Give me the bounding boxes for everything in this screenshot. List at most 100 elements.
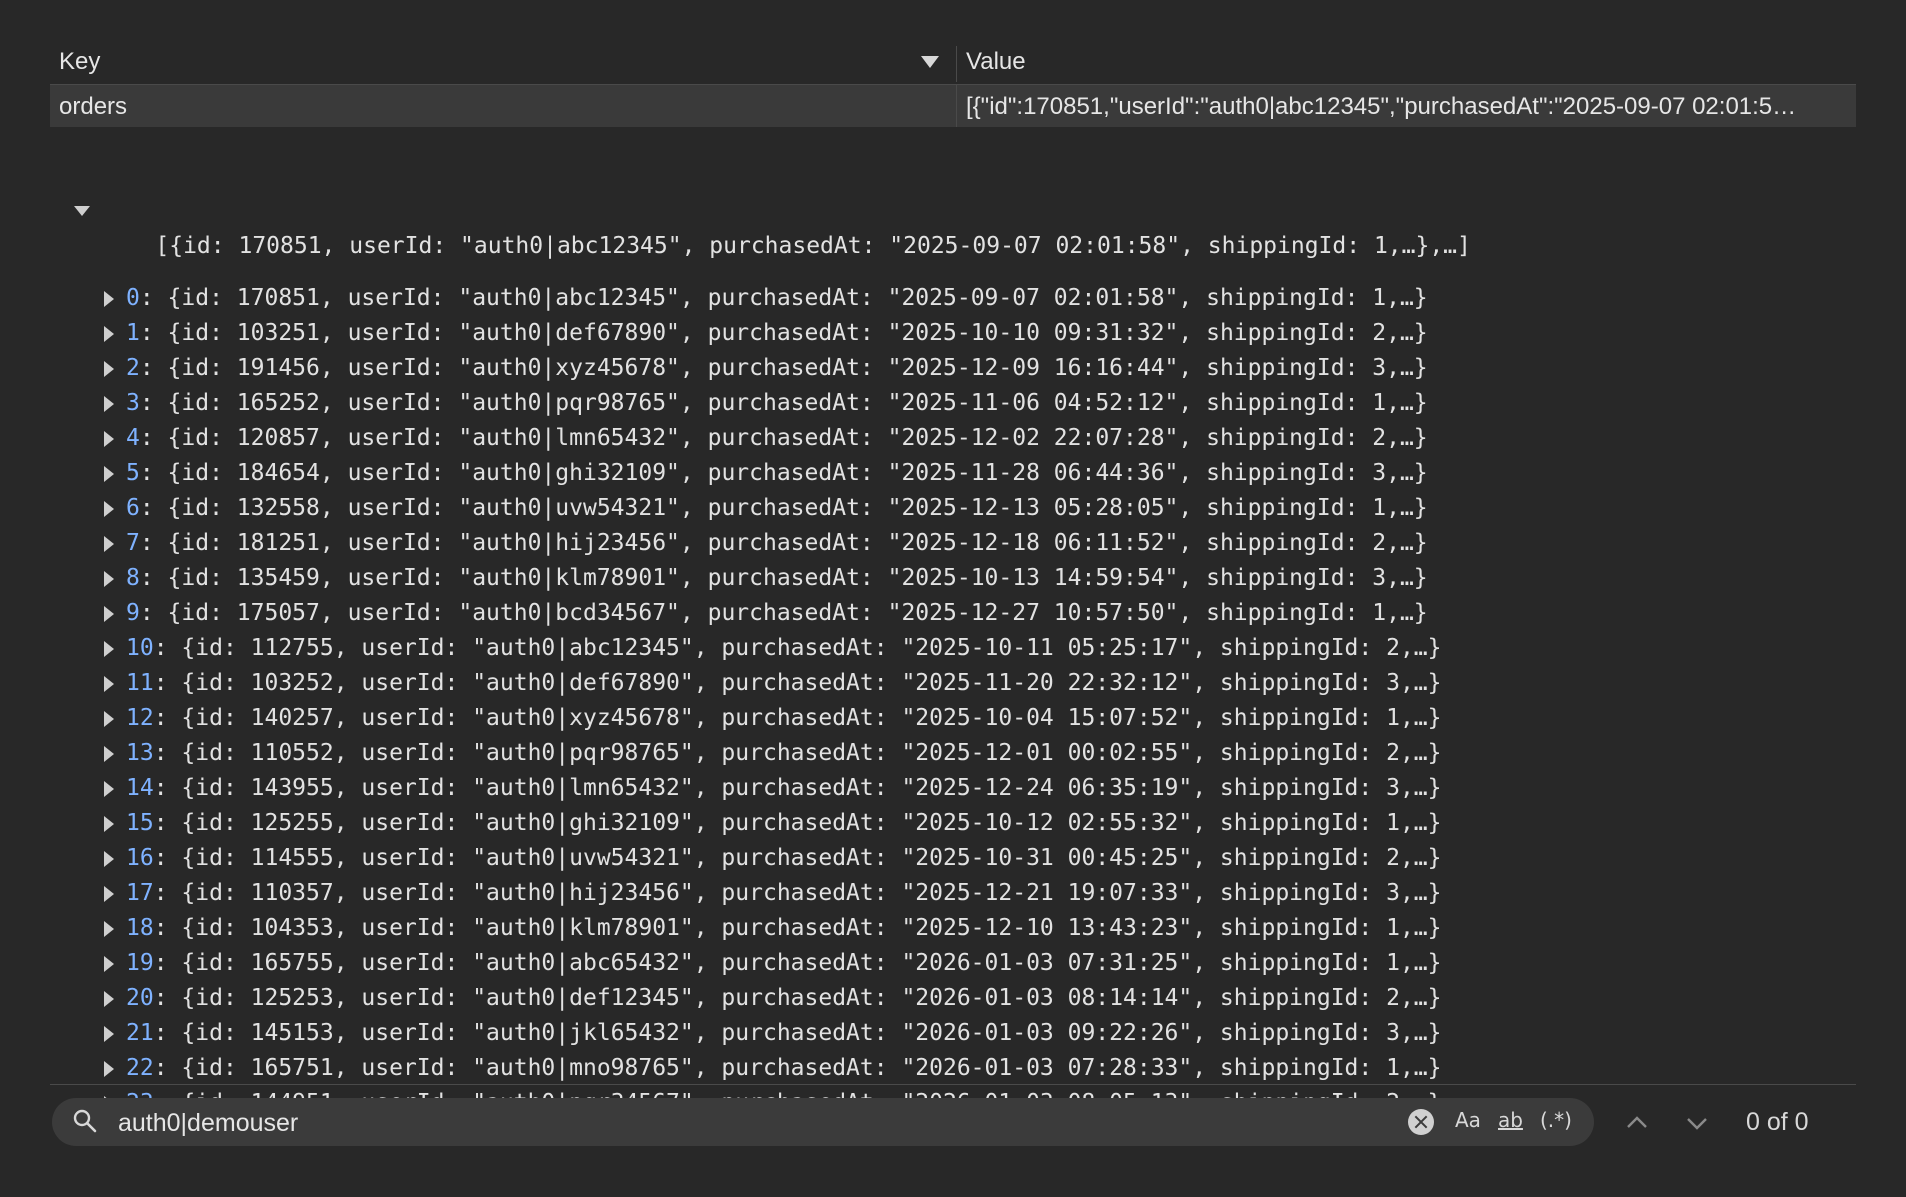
tree-item[interactable]: 4: {id: 120857, userId: "auth0|lmn65432"… xyxy=(70,421,1471,456)
whole-word-toggle[interactable]: ab xyxy=(1498,1108,1523,1132)
match-case-toggle[interactable]: Aa xyxy=(1455,1108,1481,1132)
tree-item[interactable]: 11: {id: 103252, userId: "auth0|def67890… xyxy=(70,666,1471,701)
tree-item[interactable]: 22: {id: 165751, userId: "auth0|mno98765… xyxy=(70,1051,1471,1086)
caret-right-icon[interactable] xyxy=(104,886,114,902)
tree-item-text: : {id: 170851, userId: "auth0|abc12345",… xyxy=(139,285,1428,311)
tree-item-text: : {id: 120857, userId: "auth0|lmn65432",… xyxy=(139,425,1428,451)
tree-item-text: : {id: 112755, userId: "auth0|abc12345",… xyxy=(153,635,1442,661)
tree-item[interactable]: 17: {id: 110357, userId: "auth0|hij23456… xyxy=(70,876,1471,911)
tree-item[interactable]: 8: {id: 135459, userId: "auth0|klm78901"… xyxy=(70,561,1471,596)
tree-item-index: 3 xyxy=(126,390,140,416)
column-divider[interactable] xyxy=(956,46,957,82)
json-tree-view: [{id: 170851, userId: "auth0|abc12345", … xyxy=(70,142,1471,1147)
tree-item-text: : {id: 165751, userId: "auth0|mno98765",… xyxy=(153,1055,1442,1081)
caret-right-icon[interactable] xyxy=(104,1061,114,1077)
caret-right-icon[interactable] xyxy=(104,536,114,552)
tree-item-index: 6 xyxy=(126,495,140,521)
caret-right-icon[interactable] xyxy=(104,431,114,447)
caret-right-icon[interactable] xyxy=(104,676,114,692)
tree-item-text: : {id: 125253, userId: "auth0|def12345",… xyxy=(153,985,1442,1011)
tree-item[interactable]: 5: {id: 184654, userId: "auth0|ghi32109"… xyxy=(70,456,1471,491)
tree-item-text: : {id: 110357, userId: "auth0|hij23456",… xyxy=(153,880,1442,906)
caret-right-icon[interactable] xyxy=(104,991,114,1007)
tree-item-text: : {id: 103252, userId: "auth0|def67890",… xyxy=(153,670,1442,696)
search-icon xyxy=(72,1108,98,1139)
previous-match-icon[interactable] xyxy=(1622,1108,1652,1138)
tree-item-index: 10 xyxy=(126,635,154,661)
tree-item[interactable]: 19: {id: 165755, userId: "auth0|abc65432… xyxy=(70,946,1471,981)
tree-item-text: : {id: 181251, userId: "auth0|hij23456",… xyxy=(139,530,1428,556)
tree-item[interactable]: 20: {id: 125253, userId: "auth0|def12345… xyxy=(70,981,1471,1016)
tree-item[interactable]: 9: {id: 175057, userId: "auth0|bcd34567"… xyxy=(70,596,1471,631)
table-row-orders[interactable]: orders [{"id":170851,"userId":"auth0|abc… xyxy=(50,84,1856,127)
tree-item[interactable]: 18: {id: 104353, userId: "auth0|klm78901… xyxy=(70,911,1471,946)
tree-item[interactable]: 14: {id: 143955, userId: "auth0|lmn65432… xyxy=(70,771,1471,806)
clear-search-icon[interactable] xyxy=(1408,1109,1434,1135)
tree-item[interactable]: 1: {id: 103251, userId: "auth0|def67890"… xyxy=(70,316,1471,351)
tree-item[interactable]: 3: {id: 165252, userId: "auth0|pqr98765"… xyxy=(70,386,1471,421)
tree-item[interactable]: 10: {id: 112755, userId: "auth0|abc12345… xyxy=(70,631,1471,666)
caret-right-icon[interactable] xyxy=(104,291,114,307)
tree-item-text: : {id: 143955, userId: "auth0|lmn65432",… xyxy=(153,775,1442,801)
caret-right-icon[interactable] xyxy=(104,361,114,377)
tree-item[interactable]: 7: {id: 181251, userId: "auth0|hij23456"… xyxy=(70,526,1471,561)
sort-down-icon[interactable] xyxy=(921,56,939,68)
caret-right-icon[interactable] xyxy=(104,466,114,482)
tree-item[interactable]: 21: {id: 145153, userId: "auth0|jkl65432… xyxy=(70,1016,1471,1051)
caret-right-icon[interactable] xyxy=(104,746,114,762)
caret-right-icon[interactable] xyxy=(104,501,114,517)
tree-root-text: [{id: 170851, userId: "auth0|abc12345", … xyxy=(155,233,1471,259)
next-match-icon[interactable] xyxy=(1682,1108,1712,1138)
key-column-header[interactable]: Key xyxy=(59,48,100,76)
table-header: Key Value xyxy=(50,44,1856,84)
tree-item-text: : {id: 191456, userId: "auth0|xyz45678",… xyxy=(139,355,1428,381)
tree-item-text: : {id: 140257, userId: "auth0|xyz45678",… xyxy=(153,705,1442,731)
caret-right-icon[interactable] xyxy=(104,816,114,832)
tree-item[interactable]: 16: {id: 114555, userId: "auth0|uvw54321… xyxy=(70,841,1471,876)
caret-right-icon[interactable] xyxy=(104,711,114,727)
caret-right-icon[interactable] xyxy=(104,921,114,937)
tree-item[interactable]: 12: {id: 140257, userId: "auth0|xyz45678… xyxy=(70,701,1471,736)
row-value: [{"id":170851,"userId":"auth0|abc12345",… xyxy=(966,93,1797,120)
tree-item-index: 4 xyxy=(126,425,140,451)
tree-item-index: 2 xyxy=(126,355,140,381)
caret-right-icon[interactable] xyxy=(104,956,114,972)
tree-item[interactable]: 2: {id: 191456, userId: "auth0|xyz45678"… xyxy=(70,351,1471,386)
tree-item-index: 15 xyxy=(126,810,154,836)
tree-item[interactable]: 6: {id: 132558, userId: "auth0|uvw54321"… xyxy=(70,491,1471,526)
regex-toggle[interactable]: (.*) xyxy=(1540,1108,1572,1132)
tree-item-text: : {id: 165252, userId: "auth0|pqr98765",… xyxy=(139,390,1428,416)
tree-item-index: 18 xyxy=(126,915,154,941)
tree-item-index: 8 xyxy=(126,565,140,591)
tree-item-text: : {id: 125255, userId: "auth0|ghi32109",… xyxy=(153,810,1442,836)
tree-item-text: : {id: 135459, userId: "auth0|klm78901",… xyxy=(139,565,1428,591)
tree-item-index: 1 xyxy=(126,320,140,346)
match-count: 0 of 0 xyxy=(1746,1108,1809,1136)
tree-item[interactable]: 0: {id: 170851, userId: "auth0|abc12345"… xyxy=(70,281,1471,316)
tree-root-node[interactable]: [{id: 170851, userId: "auth0|abc12345", … xyxy=(70,194,1471,259)
tree-item-text: : {id: 104353, userId: "auth0|klm78901",… xyxy=(153,915,1442,941)
caret-right-icon[interactable] xyxy=(104,781,114,797)
search-input[interactable] xyxy=(116,1106,1420,1140)
tree-item-text: : {id: 165755, userId: "auth0|abc65432",… xyxy=(153,950,1442,976)
tree-item-index: 0 xyxy=(126,285,140,311)
tree-item-text: : {id: 103251, userId: "auth0|def67890",… xyxy=(139,320,1428,346)
caret-right-icon[interactable] xyxy=(104,571,114,587)
tree-item[interactable]: 13: {id: 110552, userId: "auth0|pqr98765… xyxy=(70,736,1471,771)
caret-right-icon[interactable] xyxy=(104,396,114,412)
tree-item-index: 13 xyxy=(126,740,154,766)
tree-item-index: 22 xyxy=(126,1055,154,1081)
tree-item[interactable]: 15: {id: 125255, userId: "auth0|ghi32109… xyxy=(70,806,1471,841)
value-column-header[interactable]: Value xyxy=(966,48,1026,76)
search-bar: Aa ab (.*) xyxy=(52,1098,1594,1146)
caret-down-icon[interactable] xyxy=(74,206,90,216)
caret-right-icon[interactable] xyxy=(104,641,114,657)
caret-right-icon[interactable] xyxy=(104,606,114,622)
tree-item-index: 21 xyxy=(126,1020,154,1046)
tree-item-index: 12 xyxy=(126,705,154,731)
tree-item-index: 16 xyxy=(126,845,154,871)
caret-right-icon[interactable] xyxy=(104,1026,114,1042)
caret-right-icon[interactable] xyxy=(104,326,114,342)
tree-item-index: 20 xyxy=(126,985,154,1011)
caret-right-icon[interactable] xyxy=(104,851,114,867)
